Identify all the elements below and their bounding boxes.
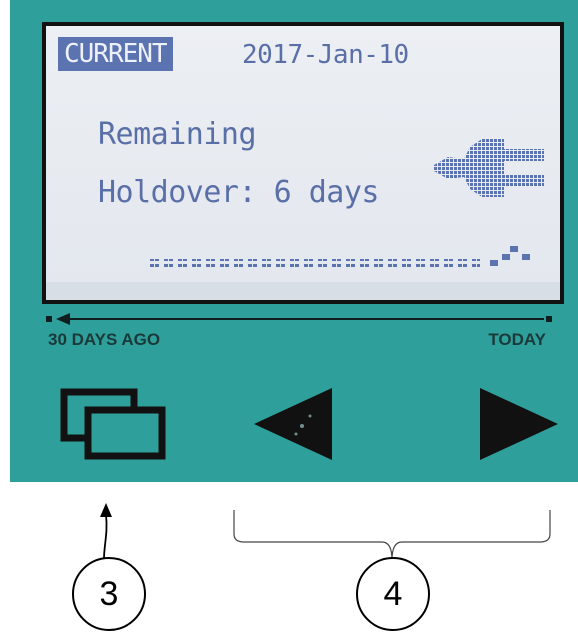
timeline-start-label: 30 DAYS AGO xyxy=(48,330,161,349)
history-bar xyxy=(150,246,530,267)
holdover-status: Holdover: 6 days xyxy=(98,175,379,210)
next-button[interactable] xyxy=(478,386,560,462)
mode-badge: CURRENT xyxy=(58,37,173,71)
triangle-left-icon xyxy=(254,388,332,460)
plug-icon xyxy=(434,139,544,197)
lcd-screen: CURRENT 2017-Jan-10 Remaining Holdover: … xyxy=(42,22,564,304)
date-display: 2017-Jan-10 xyxy=(242,40,409,70)
screens-button[interactable] xyxy=(60,388,168,460)
overlapping-windows-icon xyxy=(60,388,166,460)
lcd-footer-strip xyxy=(46,282,560,300)
callout-arrow xyxy=(100,503,112,560)
device-panel: CURRENT 2017-Jan-10 Remaining Holdover: … xyxy=(10,0,578,482)
callout-3: 3 xyxy=(72,557,146,631)
previous-button[interactable] xyxy=(252,386,334,462)
callout-bracket xyxy=(233,510,551,561)
timeline-end-label: TODAY xyxy=(488,330,546,349)
callout-4: 4 xyxy=(356,557,430,631)
triangle-right-icon xyxy=(480,388,558,460)
remaining-label: Remaining xyxy=(98,117,257,152)
